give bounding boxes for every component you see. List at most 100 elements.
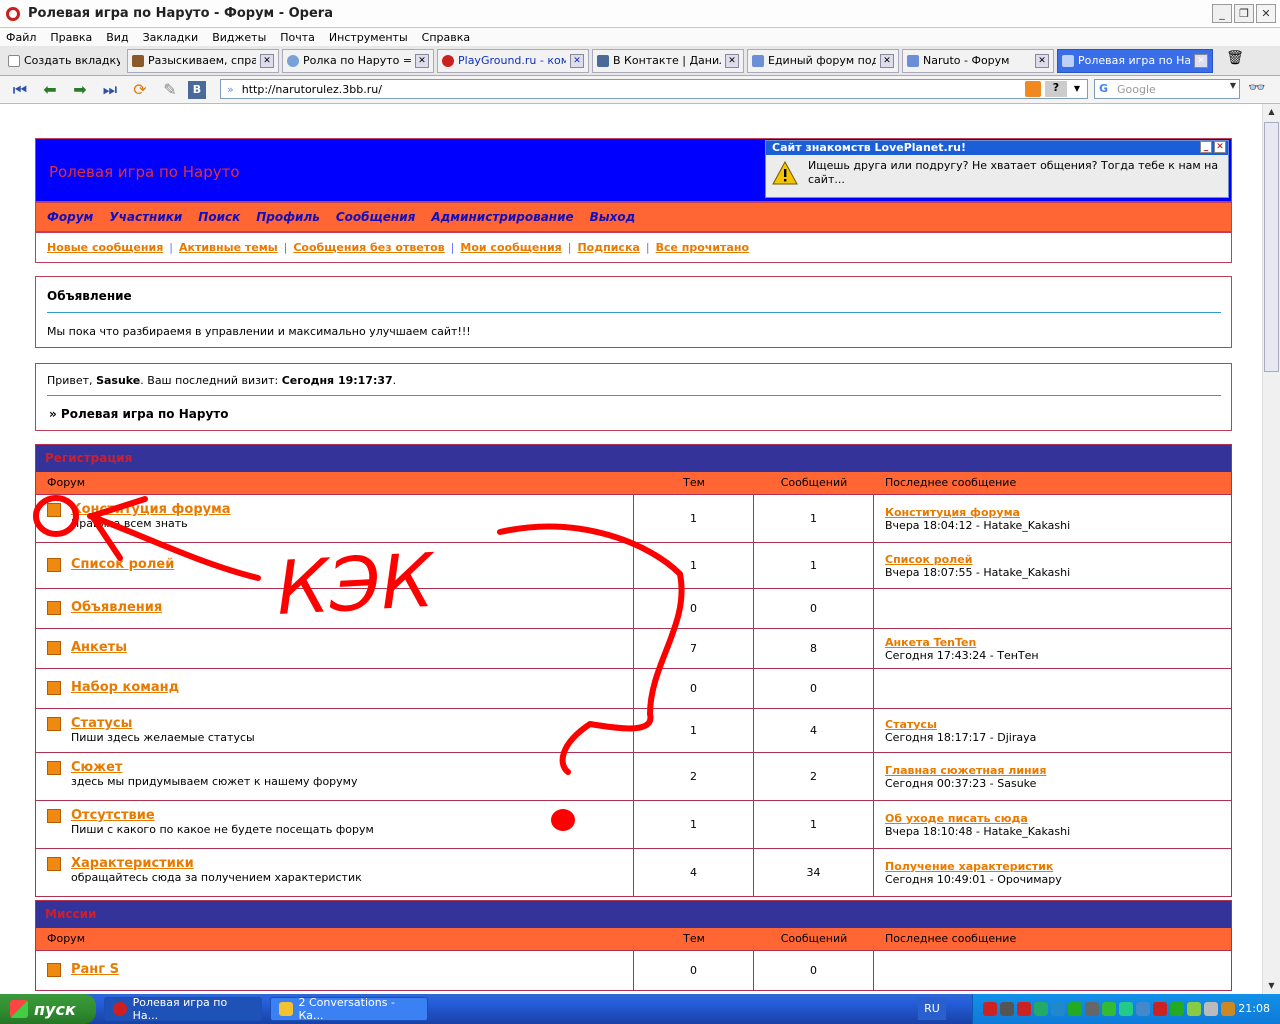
taskbar-item-opera[interactable]: Ролевая игра по На... (104, 996, 262, 1022)
rss-icon[interactable] (1025, 81, 1041, 97)
forum-link[interactable]: Объявления (71, 600, 162, 615)
tab-active[interactable]: Ролевая игра по На... ✕ (1057, 48, 1213, 73)
tray-icon[interactable] (1085, 1002, 1099, 1016)
subnav-subscriptions[interactable]: Подписка (577, 241, 639, 254)
glasses-icon[interactable]: 👓 (1248, 80, 1265, 96)
nav-members[interactable]: Участники (109, 210, 182, 224)
tray-icon[interactable] (1153, 1002, 1167, 1016)
tray-icon[interactable] (1170, 1002, 1184, 1016)
close-tab-icon[interactable]: ✕ (570, 53, 584, 68)
last-post-link[interactable]: Анкета TenTen (885, 636, 1231, 649)
forum-link[interactable]: Отсутствие (71, 808, 374, 823)
close-tab-icon[interactable]: ✕ (260, 53, 274, 68)
menu-view[interactable]: Вид (106, 31, 128, 44)
language-indicator[interactable]: RU (918, 998, 946, 1020)
tray-icon[interactable] (1000, 1002, 1014, 1016)
last-post-link[interactable]: Об уходе писать сюда (885, 812, 1231, 825)
last-post-link[interactable]: Главная сюжетная линия (885, 764, 1231, 777)
scroll-down-icon[interactable]: ▼ (1264, 978, 1279, 994)
forum-link[interactable]: Сюжет (71, 760, 357, 775)
tray-icon[interactable] (1221, 1002, 1235, 1016)
tray-icon[interactable] (1102, 1002, 1116, 1016)
menu-bookmarks[interactable]: Закладки (143, 31, 199, 44)
nav-logout[interactable]: Выход (590, 210, 636, 224)
tray-icon[interactable] (1051, 1002, 1065, 1016)
forum-link[interactable]: Характеристики (71, 856, 362, 871)
ad-popup[interactable]: Сайт знакомств LovePlanet.ru! _ ✕ Ищешь … (765, 140, 1229, 198)
close-tab-icon[interactable]: ✕ (1194, 53, 1208, 68)
subnav-mark-read[interactable]: Все прочитано (656, 241, 749, 254)
tray-icon[interactable] (1187, 1002, 1201, 1016)
search-input[interactable]: G Google ▼ (1094, 79, 1240, 99)
menu-help[interactable]: Справка (422, 31, 470, 44)
maximize-button[interactable]: ❐ (1234, 4, 1254, 23)
last-post-link[interactable]: Получение характеристик (885, 860, 1231, 873)
edit-icon[interactable]: ✎ (158, 79, 182, 101)
rewind-icon[interactable]: ⏮ (8, 79, 32, 101)
category-title[interactable]: Регистрация (36, 445, 1231, 472)
forum-link[interactable]: Список ролей (71, 557, 174, 572)
back-icon[interactable]: ⬅ (38, 79, 62, 101)
subnav-active-topics[interactable]: Активные темы (179, 241, 278, 254)
subnav-my-posts[interactable]: Мои сообщения (460, 241, 561, 254)
nav-admin[interactable]: Администрирование (431, 210, 573, 224)
chevron-down-icon[interactable]: ▼ (1070, 81, 1084, 97)
close-tab-icon[interactable]: ✕ (725, 53, 739, 68)
url-field[interactable]: » http://narutorulez.3bb.ru/ ? ▼ (220, 79, 1088, 99)
new-tab-button[interactable]: Создать вкладку (4, 49, 124, 73)
tray-icon[interactable] (1034, 1002, 1048, 1016)
ad-close-button[interactable]: ✕ (1214, 141, 1226, 153)
menu-mail[interactable]: Почта (280, 31, 315, 44)
fast-forward-icon[interactable]: ⏭ (98, 79, 122, 101)
tray-icon[interactable] (983, 1002, 997, 1016)
tab-4[interactable]: В Контакте | Данил... ✕ (592, 48, 744, 73)
scroll-up-icon[interactable]: ▲ (1264, 104, 1279, 120)
tray-icon[interactable] (1204, 1002, 1218, 1016)
nav-messages[interactable]: Сообщения (336, 210, 415, 224)
tab-6[interactable]: Naruto - Форум ✕ (902, 48, 1054, 73)
tab-2[interactable]: Ролка по Наруто =) ✕ (282, 48, 434, 73)
ad-minimize-button[interactable]: _ (1200, 141, 1212, 153)
nav-forum[interactable]: Форум (47, 210, 93, 224)
tray-icon[interactable] (1017, 1002, 1031, 1016)
reload-icon[interactable]: ⟳ (128, 79, 152, 101)
chevron-down-icon[interactable]: ▼ (1230, 81, 1236, 90)
tray-icon[interactable] (1119, 1002, 1133, 1016)
menu-widgets[interactable]: Виджеты (212, 31, 266, 44)
scroll-thumb[interactable] (1264, 122, 1279, 372)
vertical-scrollbar[interactable]: ▲ ▼ (1262, 104, 1280, 994)
menu-tools[interactable]: Инструменты (329, 31, 408, 44)
last-post-link[interactable]: Конституция форума (885, 506, 1231, 519)
help-icon[interactable]: ? (1045, 81, 1067, 97)
nav-search[interactable]: Поиск (198, 210, 240, 224)
tray-icon[interactable] (1136, 1002, 1150, 1016)
vk-icon[interactable]: B (188, 80, 206, 99)
tab-5[interactable]: Единый форум под... ✕ (747, 48, 899, 73)
forum-link[interactable]: Конституция форума (71, 502, 231, 517)
tab-1[interactable]: Разыскиваем, спра... ✕ (127, 48, 279, 73)
last-post-link[interactable]: Статусы (885, 718, 1231, 731)
forum-link[interactable]: Ранг S (71, 962, 119, 977)
close-tab-icon[interactable]: ✕ (1035, 53, 1049, 68)
tray-icon[interactable] (1068, 1002, 1082, 1016)
nav-profile[interactable]: Профиль (256, 210, 320, 224)
start-button[interactable]: пуск (0, 994, 96, 1024)
menu-file[interactable]: Файл (6, 31, 36, 44)
forum-link[interactable]: Анкеты (71, 640, 127, 655)
forum-link[interactable]: Статусы (71, 716, 255, 731)
menu-edit[interactable]: Правка (50, 31, 92, 44)
forward-icon[interactable]: ➡ (68, 79, 92, 101)
last-post-link[interactable]: Список ролей (885, 553, 1231, 566)
close-tab-icon[interactable]: ✕ (415, 53, 429, 68)
breadcrumb[interactable]: » Ролевая игра по Наруто (49, 407, 228, 421)
taskbar-item-messenger[interactable]: 2 Conversations - Ка... (270, 996, 428, 1022)
close-window-button[interactable]: ✕ (1256, 4, 1276, 23)
minimize-button[interactable]: _ (1212, 4, 1232, 23)
trash-icon[interactable]: 🗑 (1222, 50, 1248, 72)
subnav-unanswered[interactable]: Сообщения без ответов (293, 241, 444, 254)
forum-link[interactable]: Набор команд (71, 680, 179, 695)
category-title[interactable]: Миссии (36, 901, 1231, 928)
close-tab-icon[interactable]: ✕ (880, 53, 894, 68)
tab-3[interactable]: PlayGround.ru - ком... ✕ (437, 48, 589, 73)
subnav-new-posts[interactable]: Новые сообщения (47, 241, 163, 254)
